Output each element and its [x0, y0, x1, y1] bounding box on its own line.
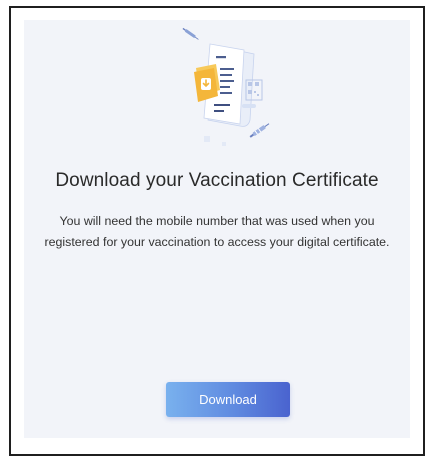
syringe-icon: [249, 123, 270, 138]
download-button[interactable]: Download: [166, 382, 290, 417]
download-arrow-icon: [201, 78, 211, 90]
certificate-card: Download your Vaccination Certificate Yo…: [24, 20, 410, 438]
certificate-download-illustration: [182, 27, 270, 146]
card-description: You will need the mobile number that was…: [44, 214, 390, 249]
syringe-icon-small: [182, 27, 199, 40]
download-folder-icon: [194, 64, 220, 102]
page-frame: Download your Vaccination Certificate Yo…: [9, 6, 425, 456]
card-title: Download your Vaccination Certificate: [55, 170, 379, 191]
